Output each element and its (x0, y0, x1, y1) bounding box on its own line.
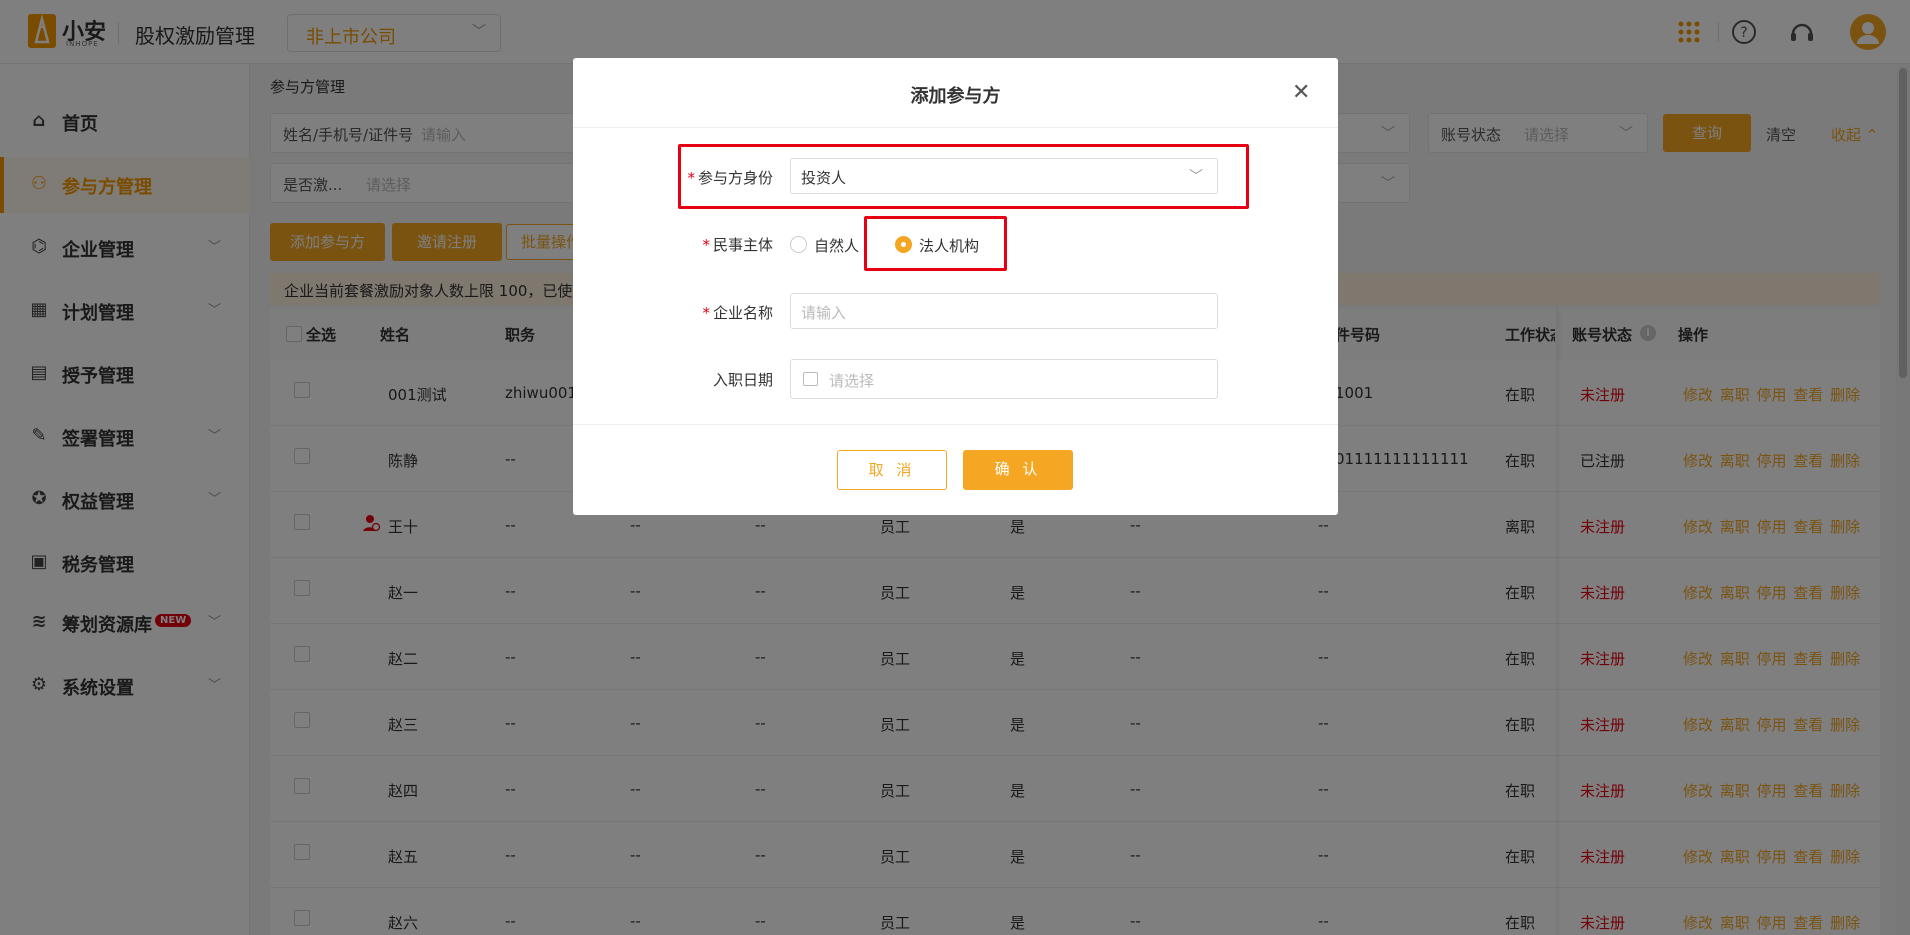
hire-date-label: 入职日期 (712, 371, 773, 389)
radio-legal-entity[interactable] (895, 236, 912, 253)
company-name-placeholder: 请输入 (801, 304, 847, 322)
modal-title: 添加参与方 (910, 86, 1001, 107)
radio-natural-person-label[interactable]: 自然人 (814, 235, 859, 256)
role-select[interactable]: 投资人 ﹀ (790, 158, 1218, 194)
company-name-input[interactable]: 请输入 (790, 293, 1218, 329)
add-participant-modal: 添加参与方 ✕ * 参与方身份 投资人 ﹀ * 民事主体 自然人 法人机构 * 企业名… (573, 58, 1338, 515)
modal-footer-divider (573, 424, 1338, 425)
radio-legal-entity-label[interactable]: 法人机构 (919, 235, 979, 256)
hire-date-picker[interactable]: 请选择 (790, 359, 1218, 399)
role-label: * 参与方身份 (687, 169, 773, 187)
hire-date-placeholder: 请选择 (829, 372, 875, 390)
cancel-button[interactable]: 取 消 (837, 450, 947, 490)
calendar-icon (803, 372, 818, 386)
modal-header-divider (573, 127, 1338, 128)
civil-entity-label: * 民事主体 (702, 236, 773, 254)
company-name-label: * 企业名称 (702, 304, 773, 322)
close-icon[interactable]: ✕ (1292, 80, 1310, 105)
chevron-down-icon: ﹀ (1189, 169, 1203, 185)
radio-natural-person[interactable] (790, 236, 807, 253)
role-value: 投资人 (801, 169, 847, 187)
confirm-button[interactable]: 确 认 (963, 450, 1073, 490)
